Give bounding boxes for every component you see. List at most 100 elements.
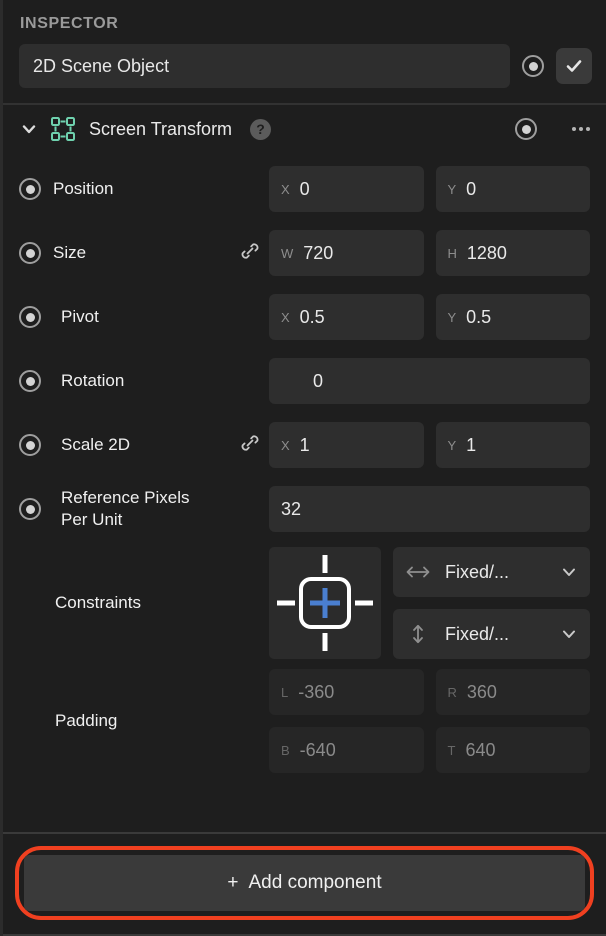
anchor-tick-left [277,600,295,606]
component-header: Screen Transform ? [3,105,606,153]
chevron-down-icon [563,568,575,576]
footer-spacer [3,773,606,832]
property-label-cell: Position [19,178,269,200]
field-value: 0 [313,370,324,391]
scale-x-input[interactable]: X 1 [269,422,424,468]
constraints-label-cell: Constraints [19,592,269,614]
property-fields: X 0.5 Y 0.5 [269,294,590,340]
padding-label: Padding [55,710,118,730]
axis-label: X [281,181,290,197]
object-name-input[interactable]: 2D Scene Object [19,44,510,88]
property-label: Position [53,178,114,198]
add-component-label: Add component [248,872,382,893]
property-label: Size [53,242,87,262]
field-value: 640 [465,739,496,760]
constraint-horizontal-select[interactable]: Fixed/... [393,547,590,597]
inspector-panel: INSPECTOR 2D Scene Object Screen Transfo… [0,0,606,936]
dot [586,127,590,131]
constraints-label: Constraints [55,592,141,612]
field-value: 0 [299,178,310,199]
keyframe-dot-icon[interactable] [19,434,41,456]
property-label-cell: Size [19,240,269,267]
component-expand-toggle[interactable] [19,120,39,138]
plus-icon: + [227,872,239,893]
keyframe-dot-icon[interactable] [19,370,41,392]
field-value: -640 [299,739,336,760]
property-label: Pivot [61,306,99,326]
axis-label: T [447,742,456,758]
property-list: Position X 0 Y 0 Size W 720 H 1280 Pivot… [3,153,606,541]
dot [579,127,583,131]
object-name-row: 2D Scene Object [3,43,606,89]
property-fields: 0 [269,358,590,404]
field-value: 1 [466,434,477,455]
reference-pixels-per-unit-input[interactable]: 32 [269,486,590,532]
axis-label: Y [447,181,457,197]
padding-left-input[interactable]: L -360 [269,669,424,715]
axis-label: L [281,684,289,700]
axis-label: B [281,742,290,758]
constraints-row: Constraints Fixed/... Fixed/... [3,541,606,659]
property-row-reference-pixels-per-unit: Reference Pixels Per Unit 32 [3,477,606,541]
field-value: 32 [281,498,302,519]
padding-bottom-input[interactable]: B -640 [269,727,424,773]
link-chain-icon[interactable] [239,240,261,267]
scale-y-input[interactable]: Y 1 [435,422,590,468]
component-title: Screen Transform [89,118,233,139]
property-row-position: Position X 0 Y 0 [3,157,606,221]
page-title: INSPECTOR [20,15,119,32]
record-dot-icon[interactable] [522,55,544,77]
field-value: 0.5 [466,306,492,327]
keyframe-dot-icon[interactable] [19,178,41,200]
component-record-dot-icon[interactable] [515,118,537,140]
anchor-tick-bottom [322,633,328,651]
size-height-input[interactable]: H 1280 [435,230,590,276]
object-name-value: 2D Scene Object [33,55,170,76]
field-value: -360 [298,681,335,702]
field-value: 1 [299,434,310,455]
constraint-vertical-select[interactable]: Fixed/... [393,609,590,659]
question-mark-icon[interactable]: ? [250,118,272,140]
link-chain-icon[interactable] [239,432,261,459]
size-width-input[interactable]: W 720 [269,230,424,276]
constraints-anchor-icon[interactable] [269,547,381,659]
padding-line-top: L -360 R 360 [269,669,590,715]
padding-label-cell: Padding [19,710,269,732]
property-label-cell: Reference Pixels Per Unit [19,487,269,531]
position-y-input[interactable]: Y 0 [435,166,590,212]
pivot-x-input[interactable]: X 0.5 [269,294,424,340]
keyframe-dot-icon[interactable] [19,498,41,520]
padding-row: Padding L -360 R 360 B -640 T 640 [3,659,606,773]
field-value: 720 [303,242,334,263]
property-label-cell: Pivot [19,306,269,328]
padding-top-input[interactable]: T 640 [435,727,590,773]
object-enabled-checkbox[interactable] [556,48,592,84]
rotation-input[interactable]: 0 [269,358,590,404]
axis-label: X [281,309,290,325]
property-fields: W 720 H 1280 [269,230,590,276]
keyframe-dot-icon[interactable] [19,242,41,264]
padding-grid: L -360 R 360 B -640 T 640 [269,669,590,773]
chevron-down-icon [22,125,36,134]
add-component-button[interactable]: + Add component [24,855,585,911]
more-options-icon[interactable] [570,121,592,137]
keyframe-dot-icon[interactable] [19,306,41,328]
pivot-y-input[interactable]: Y 0.5 [435,294,590,340]
anchor-plus-vertical [322,588,328,618]
property-row-rotation: Rotation 0 [3,349,606,413]
property-fields: 32 [269,486,590,532]
padding-right-input[interactable]: R 360 [435,669,590,715]
property-label: Rotation [61,370,125,390]
property-fields: X 0 Y 0 [269,166,590,212]
position-x-input[interactable]: X 0 [269,166,424,212]
axis-label: H [447,245,457,261]
constraint-selects: Fixed/... Fixed/... [393,547,590,659]
dot [572,127,576,131]
footer: + Add component [3,834,606,934]
field-value: 0 [466,178,477,199]
anchor-tick-top [322,555,328,573]
property-row-size: Size W 720 H 1280 [3,221,606,285]
field-value: 0.5 [299,306,325,327]
vertical-arrows-icon [413,624,423,644]
property-row-scale-2d: Scale 2D X 1 Y 1 [3,413,606,477]
